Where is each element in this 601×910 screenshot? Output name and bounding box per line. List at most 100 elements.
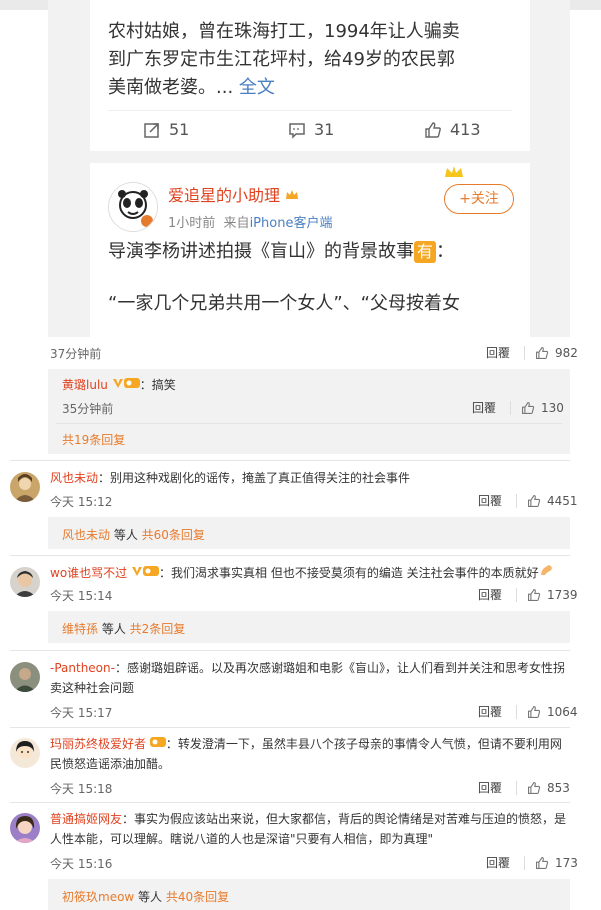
comment-actions: 回覆 853 [478,779,570,796]
vip-badge-icon [149,737,166,751]
reply-button[interactable]: 回覆 [478,703,502,720]
author-name-text: 爱追星的小助理 [168,186,281,205]
like-count: 413 [450,120,481,139]
author-name[interactable]: 爱追星的小助理 [168,182,299,206]
expand-replies-link[interactable]: 风也未动 等人 共60条回复 [62,526,205,543]
avatar[interactable] [10,472,40,502]
sub-comment-text: 黄璐lulu ：搞笑 [62,375,582,395]
author-avatar[interactable] [108,182,158,232]
comment-text: 风也未动：别用这种戏剧化的谣传，掩盖了真正值得关注的社会事件 [50,468,570,488]
post-text-line: 导演李杨讲述拍摄《盲山》的背景故事有： [108,238,454,266]
reply-mid: 等人 [134,890,166,904]
thumbs-up-icon [528,588,541,601]
divider [10,727,570,728]
follow-button[interactable]: +关注 [444,184,514,214]
reply-button[interactable]: 回覆 [486,854,510,871]
comment-actions: 回覆 982 [486,344,578,361]
like-button[interactable]: 413 [424,120,481,139]
like-button[interactable]: 130 [521,401,564,415]
repost-button[interactable]: 51 [143,120,189,139]
post-text-line: “一家几个兄弟共用一个女人”、“父母按着女 [108,293,460,314]
reply-user: 初筱玖meow [62,890,135,904]
avatar[interactable] [10,662,40,692]
comment-body-cont: 人性本能，可以理解。瞎说八道的人也是深谙"只要有人相信，即为真理" [50,832,434,846]
like-count: 853 [547,780,570,795]
like-button[interactable]: 1739 [527,588,578,602]
comment-time: 今天 15:18 [50,782,113,796]
separator [510,400,512,415]
comment-body: ：我们渴求事实真相 但也不接受莫须有的编造 关注社会事件的本质就好 [159,566,539,580]
like-count: 1739 [547,587,578,602]
comment-time: 今天 15:16 [50,857,113,871]
comment-time: 今天 15:12 [50,495,113,509]
post-text-line: 美南做老婆。... 全文 [108,74,275,102]
comment-user[interactable]: 玛丽苏终极爱好者 [50,737,146,751]
post-meta: 1小时前 来自iPhone客户端 [168,212,332,231]
reply-button[interactable]: 回覆 [472,399,496,416]
comment-body: ：感谢璐姐辟谣。以及再次感谢璐姐和电影《盲山》，让人们看到并关注和思考女性拐 [114,661,565,675]
post-text-line: 到广东罗定市生江花坪村，给49岁的农民郭 [108,49,455,70]
divider [10,460,570,461]
separator [516,587,518,602]
like-button[interactable]: 982 [535,346,578,360]
post-time: 1小时前 [168,216,216,231]
post-line1: 导演李杨讲述拍摄《盲山》的背景故事 [108,241,414,262]
divider [10,650,570,651]
comment-user[interactable]: wo谁也骂不过 [50,566,127,580]
sub-comment-user[interactable]: 黄璐lulu [62,378,108,392]
thumbs-up-icon [528,781,541,794]
comment-button[interactable]: 31 [288,120,334,139]
emoji-badge: 有 [414,241,437,263]
sub-comment-body: ：搞笑 [139,378,176,392]
avatar[interactable] [10,813,40,843]
separator [516,704,518,719]
like-button[interactable]: 4451 [527,494,578,508]
comment-time: 今天 15:14 [50,589,113,603]
reply-mid: 等人 [110,528,142,542]
like-button[interactable]: 853 [527,781,570,795]
reply-button[interactable]: 回覆 [478,492,502,509]
comment-user[interactable]: 普通搞姬网友 [50,812,122,826]
post-source[interactable]: iPhone客户端 [250,216,333,231]
comment-text: 普通搞姬网友：事实为假应该站出来说，但大家都信，背后的舆论情绪是对苦难与压迫的愤… [50,809,570,849]
verified-v-icon [112,378,124,392]
reply-count: 共40条回复 [165,890,230,904]
expand-replies-link[interactable]: 共19条回复 [62,431,125,448]
flex-arm-emoji-icon [539,565,555,580]
reply-button[interactable]: 回覆 [486,344,510,361]
full-text-link[interactable]: 全文 [239,77,275,98]
thumbs-up-icon [536,856,549,869]
comment-body-cont: 卖这种社会问题 [50,681,135,695]
expand-replies-link[interactable]: 维特孫 等人 共2条回复 [62,620,185,637]
avatar[interactable] [10,567,40,597]
like-count: 982 [555,345,578,360]
divider [10,802,570,803]
expand-replies-link[interactable]: 初筱玖meow 等人 共40条回复 [62,888,229,905]
thumbs-up-icon [528,494,541,507]
comment-body: ：事实为假应该站出来说，但大家都信，背后的舆论情绪是对苦难与压迫的愤怒，是 [122,812,567,826]
avatar[interactable] [10,738,40,768]
vip-badge-icon [123,378,140,392]
like-button[interactable]: 1064 [527,705,578,719]
separator [516,493,518,508]
sub-comment-actions: 回覆 130 [472,399,564,416]
reply-button[interactable]: 回覆 [478,779,502,796]
separator [524,855,526,870]
comment-user[interactable]: -Pantheon- [50,661,115,675]
divider [56,423,562,424]
like-button[interactable]: 173 [535,856,578,870]
post-line1-end: ： [436,241,455,262]
source-prefix: 来自 [223,216,250,231]
separator [516,780,518,795]
like-count: 173 [555,855,578,870]
reply-count: 共2条回复 [129,622,186,636]
comment-user[interactable]: 风也未动 [50,471,98,485]
like-count: 1064 [547,704,578,719]
reply-button[interactable]: 回覆 [478,586,502,603]
thumbs-up-icon [536,346,549,359]
comment-text: 玛丽苏终极爱好者 ：转发澄清一下，虽然丰县八个孩子母亲的事情令人气愤，但请不要利… [50,734,570,774]
post-text-line-3: 美南做老婆。... [108,77,239,98]
repost-icon [143,121,161,139]
comment-actions: 回覆 4451 [478,492,578,509]
comment-body: ：转发澄清一下，虽然丰县八个孩子母亲的事情令人气愤，但请不要利用网 [165,737,562,751]
